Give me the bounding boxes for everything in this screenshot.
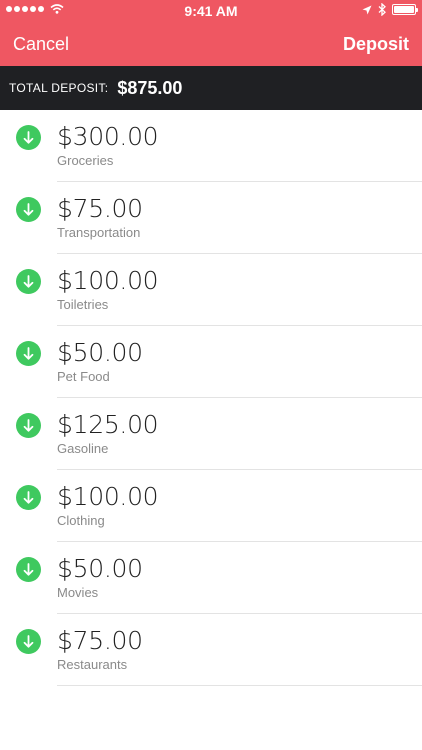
battery-icon	[392, 4, 418, 15]
list-item[interactable]: $125.00 Gasoline	[0, 398, 422, 470]
total-deposit-amount: $875.00	[117, 77, 183, 98]
arrow-down-icon	[16, 341, 41, 366]
list-item[interactable]: $50.00 Movies	[0, 542, 422, 614]
list-item[interactable]: $75.00 Restaurants	[0, 614, 422, 686]
arrow-down-icon	[16, 557, 41, 582]
item-category: Clothing	[57, 513, 105, 528]
arrow-down-icon	[16, 485, 41, 510]
item-category: Gasoline	[57, 441, 109, 456]
arrow-down-icon	[16, 197, 41, 222]
status-right	[362, 3, 418, 16]
item-amount: $75.00	[57, 626, 143, 655]
cancel-button[interactable]: Cancel	[13, 34, 69, 55]
list-item[interactable]: $100.00 Toiletries	[0, 254, 422, 326]
arrow-down-icon	[16, 629, 41, 654]
list-item[interactable]: $50.00 Pet Food	[0, 326, 422, 398]
item-amount: $100.00	[57, 482, 159, 511]
item-category: Movies	[57, 585, 99, 600]
total-deposit-bar: TOTAL DEPOSIT: $875.00	[0, 66, 422, 110]
item-amount: $125.00	[57, 410, 159, 439]
status-time: 9:41 AM	[184, 3, 238, 19]
total-deposit-label: TOTAL DEPOSIT:	[9, 81, 109, 95]
list-item[interactable]: $100.00 Clothing	[0, 470, 422, 542]
divider	[57, 685, 422, 686]
arrow-down-icon	[16, 125, 41, 150]
item-category: Toiletries	[57, 297, 109, 312]
header: 9:41 AM Cancel Deposit	[0, 0, 422, 66]
item-category: Transportation	[57, 225, 141, 240]
item-amount: $300.00	[57, 122, 159, 151]
arrow-down-icon	[16, 269, 41, 294]
item-category: Pet Food	[57, 369, 110, 384]
list-item[interactable]: $300.00 Groceries	[0, 110, 422, 182]
status-bar: 9:41 AM	[0, 0, 422, 22]
deposit-button[interactable]: Deposit	[343, 34, 409, 55]
item-category: Restaurants	[57, 657, 128, 672]
nav-bar: Cancel Deposit	[0, 22, 422, 66]
item-category: Groceries	[57, 153, 114, 168]
item-amount: $50.00	[57, 338, 143, 367]
arrow-down-icon	[16, 413, 41, 438]
item-amount: $50.00	[57, 554, 143, 583]
list-item[interactable]: $75.00 Transportation	[0, 182, 422, 254]
deposit-list: $300.00 Groceries $75.00 Transportation …	[0, 110, 422, 686]
location-icon	[362, 5, 372, 14]
bluetooth-icon	[378, 3, 386, 16]
item-amount: $100.00	[57, 266, 159, 295]
item-amount: $75.00	[57, 194, 143, 223]
